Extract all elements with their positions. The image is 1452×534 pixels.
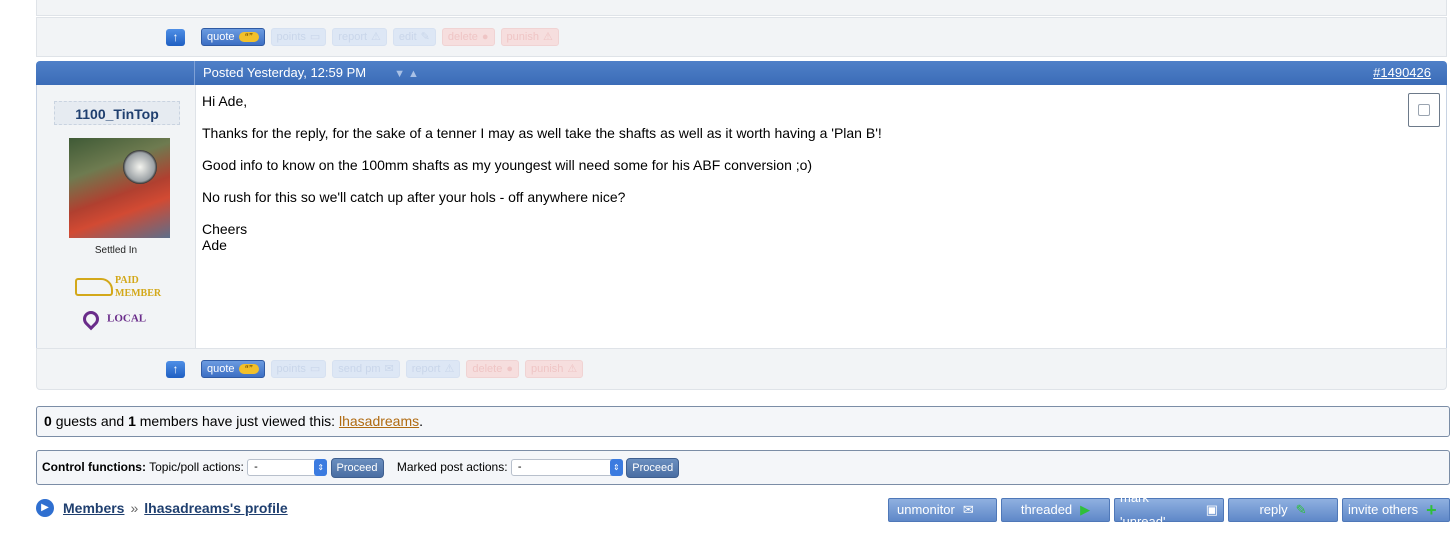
invite-others-button[interactable]: invite others + <box>1342 498 1450 522</box>
marked-actions-select[interactable]: - ⇕ <box>510 459 623 477</box>
topic-actions-select[interactable]: - ⇕ <box>247 459 328 477</box>
post-greeting: Hi Ade, <box>202 93 248 109</box>
post-paragraph: Good info to know on the 100mm shafts as… <box>202 157 813 173</box>
warning-icon: ⚠ <box>444 363 455 375</box>
breadcrumb-members-link[interactable]: Members <box>63 499 124 517</box>
post-permalink[interactable]: #1490426 <box>1373 61 1431 85</box>
avatar[interactable] <box>69 138 170 238</box>
breadcrumb-profile-link[interactable]: lhasadreams's profile <box>144 499 287 517</box>
points-icon: ▭ <box>309 31 321 43</box>
warning-icon: ⚠ <box>567 363 578 375</box>
warning-icon: ⚠ <box>542 31 553 43</box>
checkbox-icon <box>1418 104 1430 116</box>
points-button[interactable]: points ▭ <box>270 28 327 46</box>
post-header: Posted Yesterday, 12:59 PM ▼ ▲ #1490426 <box>36 61 1447 85</box>
mark-unread-icon: ▣ <box>1205 502 1218 517</box>
arrow-right-icon: ▶ <box>36 499 54 517</box>
post-paragraph: Thanks for the reply, for the sake of a … <box>202 125 882 141</box>
local-badge: LOCAL <box>79 307 146 331</box>
viewer-user-link[interactable]: lhasadreams <box>339 413 419 429</box>
quote-bubble-icon: “” <box>238 32 259 42</box>
post-signature: Ade <box>202 237 227 253</box>
car-icon <box>75 278 113 296</box>
punish-button[interactable]: punish ⚠ <box>524 360 584 378</box>
delete-button[interactable]: delete ● <box>441 28 495 46</box>
post-body: 1100_TinTop Settled In PAID MEMBER LOCAL … <box>36 85 1447 348</box>
breadcrumb: ▶ Members » lhasadreams's profile <box>36 499 288 517</box>
quote-button[interactable]: quote “” <box>201 28 265 46</box>
thumbs-icon[interactable]: ▼ ▲ <box>394 68 419 80</box>
prev-post-tail <box>36 0 1447 16</box>
play-arrow-icon: ▶ <box>1080 502 1091 517</box>
post-paragraph: No rush for this so we'll catch up after… <box>202 189 626 205</box>
viewers-bar: 0 guests and 1 members have just viewed … <box>36 406 1450 437</box>
delete-icon: ● <box>481 31 489 43</box>
send-pm-icon: ✉ <box>384 363 394 375</box>
author-rank: Settled In <box>94 245 138 256</box>
points-button[interactable]: points ▭ <box>270 360 327 378</box>
prev-post-actions: ↑ quote “” points ▭ report ⚠ edit ✎ delete ● … <box>36 17 1447 57</box>
post-content: Hi Ade, Thanks for the reply, for the sa… <box>202 93 1386 253</box>
unmonitor-button[interactable]: unmonitor ✉ <box>888 498 997 522</box>
envelope-icon: ✉ <box>962 502 974 517</box>
marked-proceed-button[interactable]: Proceed <box>626 457 680 478</box>
reply-icon: ✎ <box>1295 502 1307 517</box>
post-buttons: quote “” points ▭ send pm ✉ report ⚠ delete ●… <box>201 360 584 378</box>
author-name[interactable]: 1100_TinTop <box>54 101 180 125</box>
avatar-image <box>123 150 157 184</box>
punish-button[interactable]: punish ⚠ <box>500 28 559 46</box>
post-actions-bar: ↑ quote “” points ▭ send pm ✉ report ⚠ delet… <box>36 348 1447 390</box>
control-functions-bar: Control functions: Topic/poll actions: -… <box>36 450 1450 485</box>
edit-button[interactable]: edit ✎ <box>392 28 436 46</box>
scroll-top-icon[interactable]: ↑ <box>166 29 185 46</box>
send-pm-button[interactable]: send pm ✉ <box>332 360 400 378</box>
scroll-top-icon[interactable]: ↑ <box>166 361 185 378</box>
report-button[interactable]: report ⚠ <box>332 28 387 46</box>
select-post-checkbox[interactable] <box>1408 93 1440 127</box>
reply-button[interactable]: reply ✎ <box>1228 498 1338 522</box>
mark-unread-button[interactable]: mark 'unread' ▣ <box>1114 490 1224 529</box>
quote-bubble-icon: “” <box>238 364 259 374</box>
post-signoff: Cheers <box>202 221 248 237</box>
warning-icon: ⚠ <box>371 31 381 43</box>
topic-proceed-button[interactable]: Proceed <box>330 457 384 478</box>
select-arrows-icon: ⇕ <box>609 459 623 477</box>
select-arrows-icon: ⇕ <box>314 459 328 477</box>
quote-button[interactable]: quote “” <box>201 360 265 378</box>
edit-icon: ✎ <box>420 31 430 43</box>
delete-button[interactable]: delete ● <box>466 360 519 378</box>
prev-post-buttons: quote “” points ▭ report ⚠ edit ✎ delete ● pu… <box>201 28 559 46</box>
points-icon: ▭ <box>309 363 321 375</box>
post-date: Posted Yesterday, 12:59 PM ▼ ▲ <box>194 61 419 85</box>
author-panel: 1100_TinTop Settled In PAID MEMBER LOCAL <box>37 85 196 348</box>
delete-icon: ● <box>506 363 513 375</box>
location-pin-icon <box>79 307 103 331</box>
report-button[interactable]: report ⚠ <box>405 360 461 378</box>
topic-nav-buttons: unmonitor ✉ threaded ▶ mark 'unread' ▣ repl… <box>888 490 1450 529</box>
plus-icon: + <box>1426 500 1437 520</box>
paid-member-badge: PAID MEMBER <box>75 274 161 300</box>
threaded-button[interactable]: threaded ▶ <box>1001 498 1110 522</box>
